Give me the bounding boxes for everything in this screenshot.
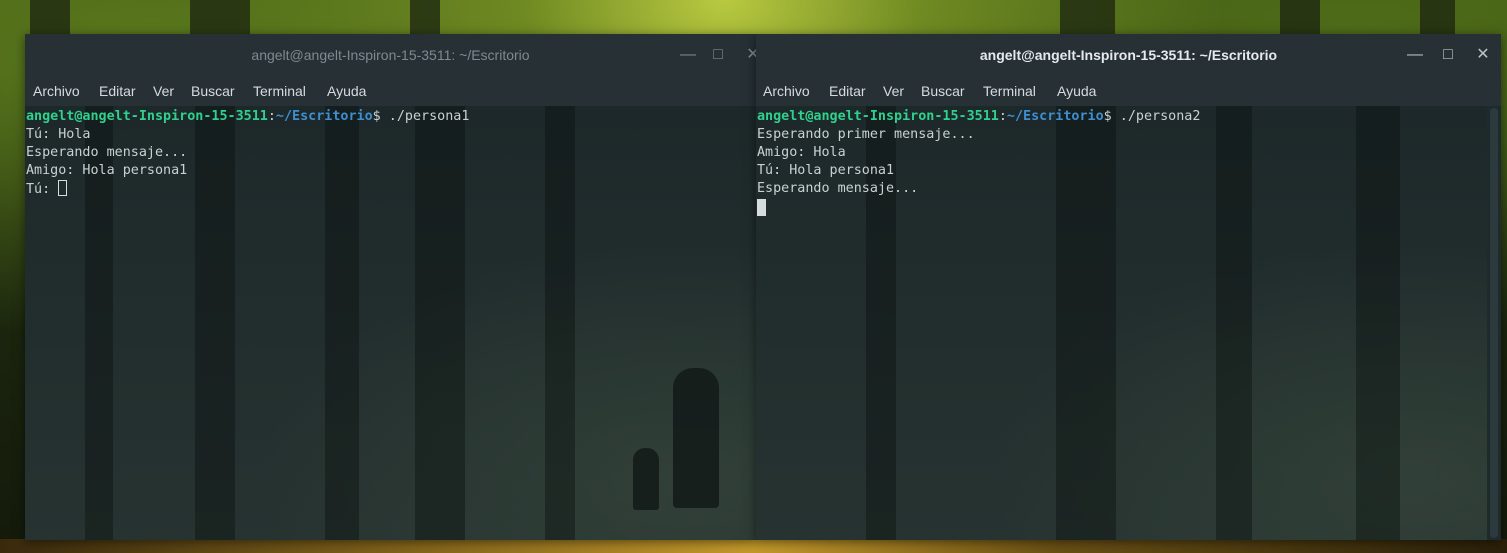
- text-cursor: [58, 180, 68, 196]
- menu-terminal[interactable]: Terminal: [983, 83, 1036, 99]
- prompt-line: angelt@angelt-Inspiron-15-3511:~/Escrito…: [26, 109, 470, 124]
- man-silhouette: [673, 368, 719, 508]
- prompt-line: angelt@angelt-Inspiron-15-3511:~/Escrito…: [757, 109, 1201, 124]
- menu-ayuda[interactable]: Ayuda: [1057, 83, 1096, 99]
- terminal-output[interactable]: angelt@angelt-Inspiron-15-3511:~/Escrito…: [25, 106, 756, 540]
- window-title: angelt@angelt-Inspiron-15-3511: ~/Escrit…: [251, 47, 530, 63]
- text-cursor: [757, 199, 766, 216]
- scrollbar-thumb[interactable]: [1490, 108, 1498, 538]
- menu-ver[interactable]: Ver: [883, 83, 904, 99]
- output-line: Esperando mensaje...: [757, 181, 919, 196]
- title-bar[interactable]: angelt@angelt-Inspiron-15-3511: ~/Escrit…: [756, 34, 1501, 76]
- menu-archivo[interactable]: Archivo: [763, 83, 810, 99]
- title-bar[interactable]: angelt@angelt-Inspiron-15-3511: ~/Escrit…: [25, 34, 756, 76]
- menu-editar[interactable]: Editar: [829, 83, 866, 99]
- output-line: Amigo: Hola: [757, 145, 846, 160]
- menu-bar: Archivo Editar Ver Buscar Terminal Ayuda: [25, 76, 756, 106]
- close-button[interactable]: ✕: [1472, 44, 1494, 66]
- menu-buscar[interactable]: Buscar: [921, 83, 965, 99]
- menu-buscar[interactable]: Buscar: [191, 83, 235, 99]
- menu-editar[interactable]: Editar: [99, 83, 136, 99]
- output-line: Esperando primer mensaje...: [757, 127, 975, 142]
- minimize-button[interactable]: —: [1404, 44, 1426, 66]
- menu-ayuda[interactable]: Ayuda: [327, 83, 366, 99]
- minimize-button[interactable]: —: [677, 44, 699, 66]
- output-line: Tú: Hola persona1: [757, 163, 895, 178]
- menu-archivo[interactable]: Archivo: [33, 83, 80, 99]
- menu-ver[interactable]: Ver: [153, 83, 174, 99]
- output-line: Tú: Hola: [26, 127, 91, 142]
- close-button[interactable]: ✕: [742, 44, 756, 66]
- maximize-button[interactable]: □: [1437, 44, 1459, 66]
- terminal-output[interactable]: angelt@angelt-Inspiron-15-3511:~/Escrito…: [756, 106, 1487, 540]
- menu-bar: Archivo Editar Ver Buscar Terminal Ayuda: [756, 76, 1501, 106]
- output-line: Amigo: Hola persona1: [26, 163, 188, 178]
- maximize-button[interactable]: □: [707, 44, 729, 66]
- terminal-window-right[interactable]: angelt@angelt-Inspiron-15-3511: ~/Escrit…: [756, 34, 1501, 540]
- output-line: Esperando mensaje...: [26, 145, 188, 160]
- child-silhouette: [633, 448, 659, 510]
- input-line[interactable]: Tú:: [26, 180, 68, 198]
- menu-terminal[interactable]: Terminal: [253, 83, 306, 99]
- scrollbar[interactable]: [1487, 106, 1501, 540]
- window-title: angelt@angelt-Inspiron-15-3511: ~/Escrit…: [979, 47, 1278, 63]
- terminal-window-left[interactable]: angelt@angelt-Inspiron-15-3511: ~/Escrit…: [25, 34, 756, 540]
